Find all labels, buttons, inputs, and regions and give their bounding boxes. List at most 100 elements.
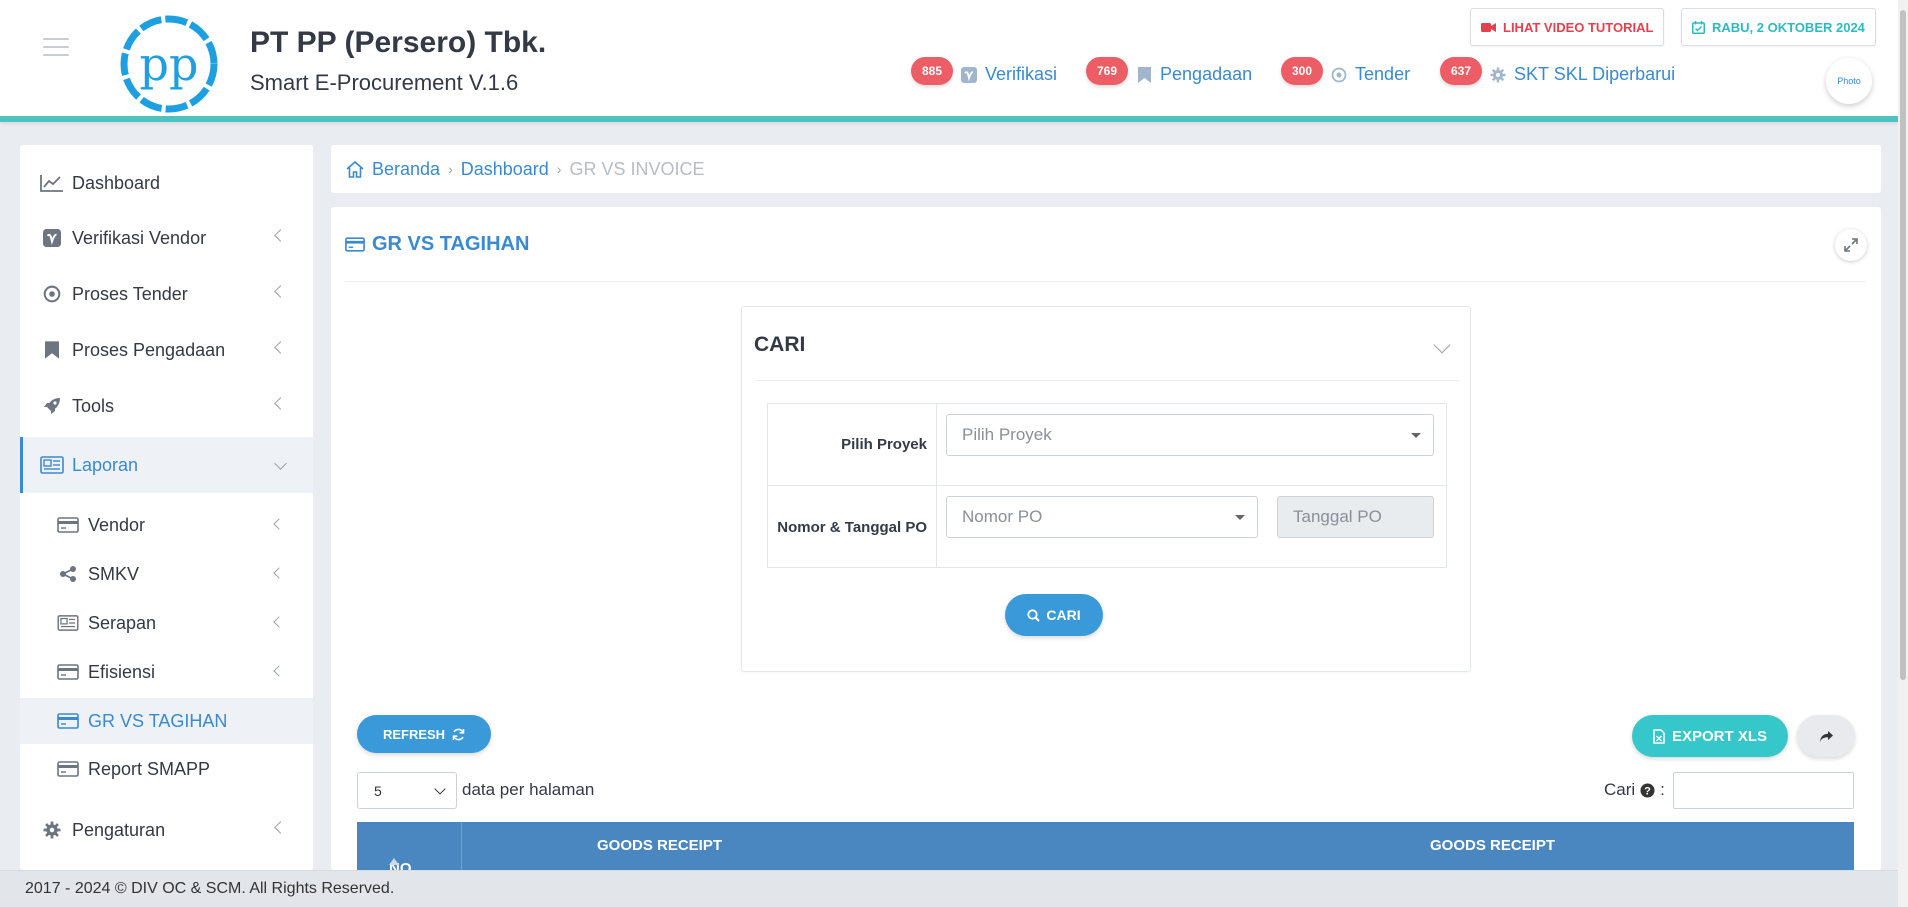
proyek-placeholder: Pilih Proyek — [962, 425, 1052, 444]
share-button[interactable] — [1797, 715, 1855, 757]
pp-logo[interactable]: pp — [118, 14, 220, 114]
newspaper-icon — [40, 456, 64, 474]
tanggal-po-input[interactable]: Tanggal PO — [1277, 496, 1434, 538]
column-header-no[interactable]: NO — [357, 822, 462, 877]
per-page-select[interactable]: 5 — [357, 772, 457, 809]
scrollbar-thumb[interactable] — [1900, 10, 1906, 680]
sidebar-item-proses-tender[interactable]: Proses Tender — [20, 269, 313, 319]
chevron-down-icon[interactable] — [1433, 336, 1451, 354]
footer-text: 2017 - 2024 © DIV OC & SCM. All Rights R… — [25, 880, 395, 897]
notif-verifikasi[interactable]: 885 Verifikasi — [911, 56, 1058, 85]
breadcrumb-separator: › — [556, 161, 562, 177]
per-page-label: data per halaman — [462, 780, 595, 799]
chevron-left-icon — [273, 567, 285, 579]
date-button[interactable]: RABU, 2 OKTOBER 2024 — [1681, 8, 1876, 46]
table-search-label-text: Cari — [1604, 780, 1636, 799]
vimeo-icon — [961, 66, 978, 83]
sidebar-sub-serapan[interactable]: Serapan — [20, 600, 313, 646]
proyek-select[interactable]: Pilih Proyek — [946, 414, 1434, 456]
video-tutorial-label: LIHAT VIDEO TUTORIAL — [1503, 19, 1654, 35]
table-header: NO GOODS RECEIPT GOODS RECEIPT — [357, 822, 1854, 877]
share-nodes-icon — [56, 566, 80, 582]
refresh-button-label: REFRESH — [382, 726, 446, 742]
question-circle-icon[interactable]: ? — [1640, 783, 1655, 798]
notif-tender[interactable]: 300 Tender — [1281, 56, 1410, 85]
sidebar-item-dashboard[interactable]: Dashboard — [20, 158, 313, 208]
avatar-alt-text: Photo — [1837, 76, 1861, 86]
column-header-goods-receipt: GOODS RECEIPT — [597, 837, 723, 854]
sidebar-sub-label: Efisiensi — [88, 661, 156, 682]
credit-card-icon — [56, 761, 80, 777]
page-scrollbar[interactable] — [1898, 0, 1908, 907]
logo-text: pp — [140, 37, 199, 91]
per-page-value: 5 — [374, 782, 382, 799]
nomor-po-select[interactable]: Nomor PO — [946, 496, 1258, 538]
chevron-down-icon — [274, 457, 287, 470]
sidebar-item-laporan[interactable]: Laporan — [20, 437, 313, 493]
refresh-button[interactable]: REFRESH — [357, 715, 491, 753]
expand-button[interactable] — [1835, 229, 1867, 261]
svg-text:?: ? — [1644, 785, 1651, 797]
rocket-icon — [40, 397, 64, 415]
notif-label: Verifikasi — [985, 64, 1058, 84]
bookmark-icon — [1136, 66, 1152, 83]
sidebar-item-label: Proses Tender — [72, 283, 188, 304]
chevron-left-icon — [273, 616, 285, 628]
user-avatar[interactable]: Photo — [1826, 58, 1872, 104]
chevron-left-icon — [273, 518, 285, 530]
sidebar-sub-label: SMKV — [88, 563, 140, 584]
credit-card-icon — [56, 517, 80, 533]
calendar-check-icon — [1692, 20, 1705, 34]
sidebar: Dashboard Verifikasi Vendor Proses Tende… — [20, 145, 313, 870]
sidebar-sub-report-smapp[interactable]: Report SMAPP — [20, 746, 313, 792]
credit-card-icon — [56, 664, 80, 680]
sidebar-item-label: Tools — [72, 395, 115, 416]
sidebar-sub-smkv[interactable]: SMKV — [20, 551, 313, 597]
search-card: CARI Pilih Proyek Pilih Proyek Nomor & T… — [741, 306, 1471, 672]
sidebar-item-label: Verifikasi Vendor — [72, 227, 207, 248]
page-title-text: GR VS TAGIHAN — [372, 233, 530, 255]
breadcrumb-current: GR VS INVOICE — [569, 158, 705, 179]
chevron-left-icon — [274, 341, 287, 354]
sidebar-sub-label: Report SMAPP — [88, 758, 211, 779]
sidebar-item-tools[interactable]: Tools — [20, 381, 313, 431]
column-header-goods-receipt: GOODS RECEIPT — [1430, 837, 1556, 854]
table-search-input[interactable] — [1673, 772, 1854, 809]
bookmark-icon — [40, 341, 64, 359]
credit-card-icon — [56, 713, 80, 729]
notif-skt-skl[interactable]: 637 SKT SKL Diperbarui — [1440, 56, 1676, 85]
refresh-icon — [452, 728, 465, 740]
sidebar-sub-label: Serapan — [88, 612, 157, 633]
notif-label: SKT SKL Diperbarui — [1514, 64, 1676, 84]
hamburger-menu-icon[interactable] — [43, 38, 69, 58]
share-arrow-icon — [1819, 730, 1833, 742]
sidebar-sub-efisiensi[interactable]: Efisiensi — [20, 649, 313, 695]
search-icon — [1027, 608, 1041, 622]
company-name: PT PP (Persero) Tbk. — [250, 26, 547, 59]
main-panel: GR VS TAGIHAN CARI Pilih Proyek Pilih Pr… — [331, 207, 1881, 877]
export-xls-button[interactable]: EXPORT XLS — [1632, 715, 1788, 757]
chevron-left-icon — [273, 665, 285, 677]
notif-pengadaan[interactable]: 769 Pengadaan — [1086, 56, 1252, 85]
video-tutorial-button[interactable]: LIHAT VIDEO TUTORIAL — [1470, 8, 1665, 46]
sidebar-item-proses-pengadaan[interactable]: Proses Pengadaan — [20, 325, 313, 375]
gear-icon — [1490, 67, 1506, 83]
top-header: pp PT PP (Persero) Tbk. Smart E-Procurem… — [0, 0, 1898, 122]
breadcrumb-dashboard[interactable]: Dashboard — [461, 159, 549, 180]
search-form: Pilih Proyek Pilih Proyek Nomor & Tangga… — [767, 403, 1447, 568]
sidebar-item-pengaturan[interactable]: Pengaturan — [20, 805, 313, 855]
sidebar-item-verifikasi-vendor[interactable]: Verifikasi Vendor — [20, 213, 313, 263]
target-icon — [1331, 67, 1347, 83]
divider — [345, 281, 1867, 282]
tanggal-po-placeholder: Tanggal PO — [1293, 507, 1382, 526]
chevron-left-icon — [274, 397, 287, 410]
sort-asc-icon — [389, 858, 399, 865]
sidebar-item-label: Laporan — [72, 454, 139, 475]
proyek-label: Pilih Proyek — [768, 404, 937, 485]
sidebar-sub-gr-vs-tagihan[interactable]: GR VS TAGIHAN — [20, 698, 313, 744]
breadcrumb-home[interactable]: Beranda — [372, 159, 440, 180]
sidebar-sub-vendor[interactable]: Vendor — [20, 502, 313, 548]
chevron-left-icon — [274, 821, 287, 834]
notif-badge: 885 — [911, 56, 954, 85]
cari-button[interactable]: CARI — [1005, 594, 1103, 636]
